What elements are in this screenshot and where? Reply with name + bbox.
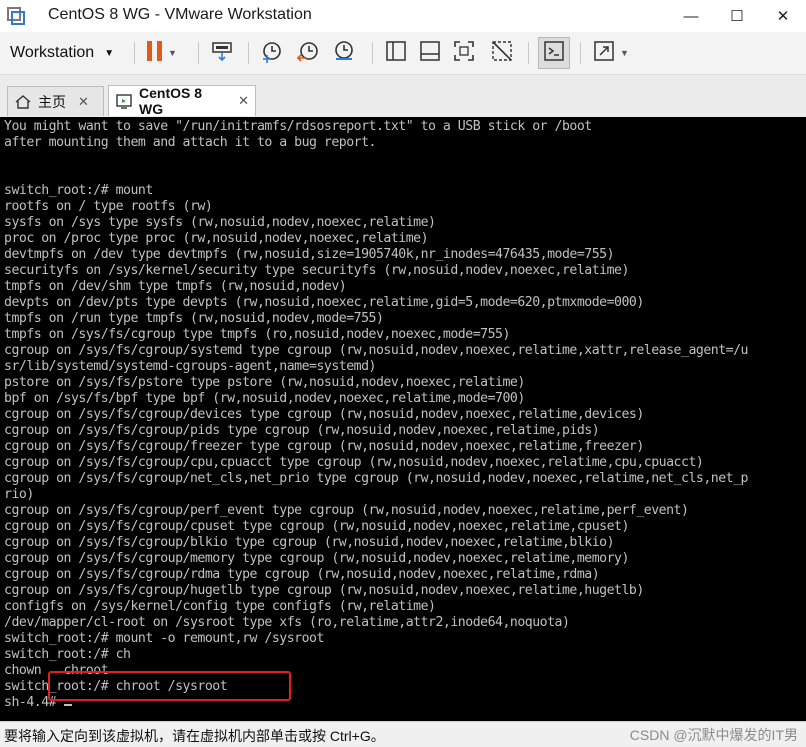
console-view-button[interactable] xyxy=(418,40,442,66)
tab-home[interactable]: 主页 ✕ xyxy=(7,86,104,116)
tab-home-label: 主页 xyxy=(38,93,66,110)
revert-snapshot-icon xyxy=(296,39,320,68)
console-line: cgroup on /sys/fs/cgroup/freezer type cg… xyxy=(4,439,644,454)
console-line: configfs on /sys/kernel/config type conf… xyxy=(4,599,436,614)
send-keys-icon xyxy=(210,39,234,68)
chevron-down-icon: ▼ xyxy=(620,48,629,58)
vmware-logo-icon xyxy=(7,7,25,25)
console-line: rootfs on / type rootfs (rw) xyxy=(4,199,213,214)
vm-icon xyxy=(115,92,133,110)
console-line: chown chroot xyxy=(4,663,109,678)
minimize-button[interactable]: — xyxy=(668,0,714,32)
fullscreen-icon xyxy=(452,39,476,68)
console-line: /dev/mapper/cl-root on /sysroot type xfs… xyxy=(4,615,570,630)
console-line: cgroup on /sys/fs/cgroup/perf_event type… xyxy=(4,503,689,518)
console-line: cgroup on /sys/fs/cgroup/cpuset type cgr… xyxy=(4,519,629,534)
console-line: securityfs on /sys/kernel/security type … xyxy=(4,263,629,278)
snapshot-manager-button[interactable] xyxy=(332,40,356,66)
home-icon xyxy=(14,93,32,111)
console-line: You might want to save "/run/initramfs/r… xyxy=(4,119,592,134)
console-line: devtmpfs on /dev type devtmpfs (rw,nosui… xyxy=(4,247,615,262)
toolbar-divider xyxy=(580,42,581,64)
unity-icon xyxy=(490,39,514,68)
stretch-icon xyxy=(592,39,616,68)
console-line: sysfs on /sys type sysfs (rw,nosuid,node… xyxy=(4,215,436,230)
console-line: tmpfs on /dev/shm type tmpfs (rw,nosuid,… xyxy=(4,279,347,294)
console-line: cgroup on /sys/fs/cgroup/pids type cgrou… xyxy=(4,423,600,438)
console-line: cgroup on /sys/fs/cgroup/blkio type cgro… xyxy=(4,535,615,550)
toolbar: Workstation ▼ ▼ ▼ xyxy=(0,32,806,75)
tab-centos-close-button[interactable]: ✕ xyxy=(238,93,249,109)
library-view-button[interactable] xyxy=(384,40,408,66)
snapshot-manager-icon xyxy=(332,39,356,68)
console-line: cgroup on /sys/fs/cgroup/hugetlb type cg… xyxy=(4,583,644,598)
window-title: CentOS 8 WG - VMware Workstation xyxy=(48,6,312,23)
tab-bar: 主页 ✕ CentOS 8 WG ✕ xyxy=(0,75,806,118)
workstation-menu-label: Workstation xyxy=(10,44,95,61)
console-view-icon xyxy=(418,39,442,68)
console-terminal-button[interactable] xyxy=(538,37,570,69)
toolbar-divider xyxy=(134,42,135,64)
console-prompt: sh-4.4# xyxy=(4,695,64,710)
toolbar-divider xyxy=(372,42,373,64)
snapshot-icon xyxy=(260,39,284,68)
tab-centos-8-wg[interactable]: CentOS 8 WG ✕ xyxy=(108,85,256,117)
status-bar: 要将输入定向到该虚拟机，请在虚拟机内部单击或按 Ctrl+G。 CSDN @沉默… xyxy=(0,721,806,747)
tab-home-close-button[interactable]: ✕ xyxy=(78,94,89,110)
console-line: proc on /proc type proc (rw,nosuid,nodev… xyxy=(4,231,429,246)
console-line: after mounting them and attach it to a b… xyxy=(4,135,376,150)
fullscreen-button[interactable] xyxy=(452,40,476,66)
console-line: tmpfs on /sys/fs/cgroup type tmpfs (ro,n… xyxy=(4,327,510,342)
console-line: sr/lib/systemd/systemd-cgroups-agent,nam… xyxy=(4,359,376,374)
console-line: switch_root:/# mount xyxy=(4,183,153,198)
library-view-icon xyxy=(384,39,408,68)
toolbar-divider xyxy=(248,42,249,64)
console-line: switch_root:/# ch xyxy=(4,647,131,662)
workstation-menu[interactable]: Workstation ▼ xyxy=(6,38,118,68)
console-line: cgroup on /sys/fs/cgroup/systemd type cg… xyxy=(4,343,748,358)
console-line: switch_root:/# mount -o remount,rw /sysr… xyxy=(4,631,324,646)
console-line: cgroup on /sys/fs/cgroup/devices type cg… xyxy=(4,407,644,422)
stretch-guest-button[interactable]: ▼ xyxy=(592,40,629,66)
send-ctrl-alt-del-button[interactable] xyxy=(210,40,234,66)
chevron-down-icon: ▼ xyxy=(168,48,177,58)
vm-console[interactable]: You might want to save "/run/initramfs/r… xyxy=(0,117,806,721)
revert-snapshot-button[interactable] xyxy=(296,40,320,66)
terminal-icon xyxy=(543,40,565,67)
maximize-button[interactable]: ☐ xyxy=(714,0,760,32)
console-line: switch_root:/# chroot /sysroot xyxy=(4,679,228,694)
console-line: bpf on /sys/fs/bpf type bpf (rw,nosuid,n… xyxy=(4,391,525,406)
console-line: cgroup on /sys/fs/cgroup/net_cls,net_pri… xyxy=(4,471,748,486)
chevron-down-icon: ▼ xyxy=(104,47,115,59)
console-output: You might want to save "/run/initramfs/r… xyxy=(4,119,748,711)
text-cursor xyxy=(63,704,72,706)
pause-button[interactable]: ▼ xyxy=(146,40,177,66)
title-bar: CentOS 8 WG - VMware Workstation — ☐ ✕ xyxy=(0,0,806,32)
close-button[interactable]: ✕ xyxy=(760,0,806,32)
tab-centos-label: CentOS 8 WG xyxy=(139,85,203,117)
console-line: rio) xyxy=(4,487,34,502)
console-line: cgroup on /sys/fs/cgroup/rdma type cgrou… xyxy=(4,567,600,582)
console-line: devpts on /dev/pts type devpts (rw,nosui… xyxy=(4,295,644,310)
console-line: pstore on /sys/fs/pstore type pstore (rw… xyxy=(4,375,525,390)
console-lines: You might want to save "/run/initramfs/r… xyxy=(4,119,748,694)
toolbar-divider xyxy=(528,42,529,64)
console-line: tmpfs on /run type tmpfs (rw,nosuid,node… xyxy=(4,311,384,326)
take-snapshot-button[interactable] xyxy=(260,40,284,66)
status-message: 要将输入定向到该虚拟机，请在虚拟机内部单击或按 Ctrl+G。 xyxy=(4,728,385,744)
toolbar-divider xyxy=(198,42,199,64)
watermark: CSDN @沉默中爆发的IT男 xyxy=(629,727,798,743)
console-line: cgroup on /sys/fs/cgroup/cpu,cpuacct typ… xyxy=(4,455,704,470)
console-line: cgroup on /sys/fs/cgroup/memory type cgr… xyxy=(4,551,629,566)
pause-icon xyxy=(146,40,164,67)
unity-button[interactable] xyxy=(490,40,514,66)
